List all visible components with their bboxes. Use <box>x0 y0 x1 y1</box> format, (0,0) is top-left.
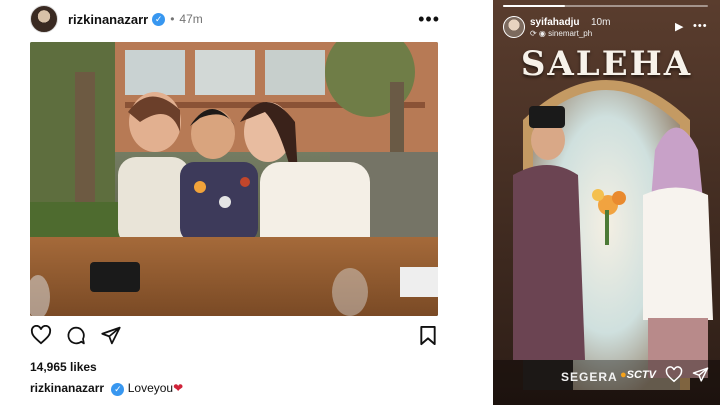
comment-icon[interactable] <box>65 325 87 346</box>
caption-text: Loveyou <box>127 381 174 395</box>
save-bookmark-icon[interactable] <box>419 325 437 346</box>
author-avatar[interactable] <box>30 5 58 33</box>
instagram-story[interactable]: syifahadju 10m ⟳ ◉ sinemart_ph ▶ ••• SAL… <box>493 0 720 405</box>
poster-segera-text: SEGERA <box>561 370 618 384</box>
story-progress-bar <box>503 5 708 7</box>
channel-logo: ●SCTV <box>620 369 656 381</box>
screenshot: rizkinanazarr ✓ • 47m ••• 14,965 likes r… <box>0 0 720 405</box>
post-caption: rizkinanazarr ✓ Loveyou❤ <box>30 381 183 396</box>
story-header: syifahadju 10m ⟳ ◉ sinemart_ph ▶ ••• <box>503 14 713 44</box>
likes-count[interactable]: 14,965 likes <box>30 360 97 374</box>
story-tagged-label: sinemart_ph <box>548 29 593 38</box>
story-more-options-icon[interactable]: ••• <box>693 20 708 32</box>
story-tagged-account[interactable]: ⟳ ◉ sinemart_ph <box>530 29 592 38</box>
share-paper-plane-icon[interactable] <box>100 325 122 346</box>
post-header: rizkinanazarr ✓ • 47m ••• <box>30 4 440 34</box>
play-icon[interactable]: ▶ <box>675 20 683 33</box>
collab-icon: ⟳ ◉ <box>530 29 549 38</box>
story-footer: SEGERA ●SCTV <box>493 358 720 388</box>
red-heart-emoji-icon: ❤ <box>173 381 184 395</box>
sctv-sun-icon: ● <box>620 369 627 381</box>
author-username[interactable]: rizkinanazarr <box>68 12 148 27</box>
caption-verified-badge-icon: ✓ <box>111 383 125 396</box>
instagram-post: rizkinanazarr ✓ • 47m ••• 14,965 likes r… <box>0 0 470 405</box>
post-actions <box>30 325 440 347</box>
post-photo-illustration <box>30 42 438 316</box>
story-author-avatar[interactable] <box>503 16 525 38</box>
story-time: 10m <box>591 17 611 28</box>
poster-title: SALEHA <box>520 44 693 84</box>
caption-username[interactable]: rizkinanazarr <box>30 381 104 395</box>
post-time: 47m <box>179 12 203 26</box>
more-options-icon[interactable]: ••• <box>418 10 440 28</box>
channel-name: SCTV <box>626 369 656 381</box>
post-photo[interactable] <box>30 42 438 316</box>
story-progress-fill <box>503 5 565 7</box>
verified-badge-icon: ✓ <box>152 12 166 26</box>
story-like-heart-icon[interactable] <box>665 366 683 383</box>
story-username[interactable]: syifahadju <box>530 17 579 28</box>
time-separator: • <box>170 12 175 26</box>
like-heart-icon[interactable] <box>30 325 52 345</box>
story-share-icon[interactable] <box>692 366 709 383</box>
